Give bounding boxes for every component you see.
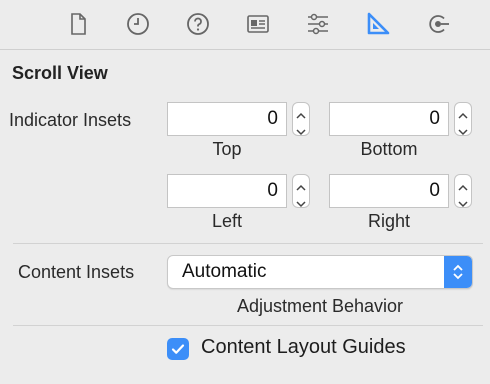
bottom-label: Bottom (360, 139, 418, 159)
identity-icon[interactable] (244, 10, 272, 38)
indicator-inset-top-field[interactable]: 0 (167, 102, 287, 136)
indicator-inset-right-stepper[interactable] (454, 174, 472, 208)
divider (13, 243, 483, 244)
history-icon[interactable] (124, 10, 152, 38)
content-layout-guides-label[interactable]: Content Layout Guides (201, 336, 406, 359)
checkmark-icon (171, 344, 185, 354)
stepper-up-icon[interactable] (458, 107, 468, 119)
indicator-inset-bottom-field[interactable]: 0 (329, 102, 449, 136)
content-insets-label: Content Insets (18, 262, 135, 282)
content-layout-guides-checkbox[interactable] (167, 338, 189, 360)
indicator-inset-bottom-stepper[interactable] (454, 102, 472, 136)
adjustment-behavior-label: Adjustment Behavior (236, 296, 404, 316)
stepper-down-icon[interactable] (458, 123, 468, 136)
stepper-up-icon[interactable] (458, 179, 468, 191)
attributes-icon[interactable] (304, 10, 332, 38)
file-icon[interactable] (64, 10, 92, 38)
stepper-down-icon[interactable] (296, 123, 306, 136)
indicator-inset-right-field[interactable]: 0 (329, 174, 449, 208)
inspector-toolbar (0, 0, 490, 50)
top-label: Top (212, 139, 242, 159)
left-label: Left (211, 211, 243, 231)
help-icon[interactable] (184, 10, 212, 38)
indicator-inset-top-stepper[interactable] (292, 102, 310, 136)
divider (13, 325, 483, 326)
indicator-inset-left-field[interactable]: 0 (167, 174, 287, 208)
size-icon[interactable] (364, 10, 392, 38)
content-insets-value: Automatic (182, 261, 267, 282)
stepper-down-icon[interactable] (458, 195, 468, 208)
section-title: Scroll View (12, 63, 108, 83)
connections-icon[interactable] (424, 10, 452, 38)
stepper-up-icon[interactable] (296, 107, 306, 119)
content-insets-popup[interactable]: Automatic (167, 255, 473, 289)
indicator-insets-label: Indicator Insets (9, 110, 132, 130)
right-label: Right (367, 211, 411, 231)
stepper-up-icon[interactable] (296, 179, 306, 191)
stepper-down-icon[interactable] (296, 195, 306, 208)
popup-arrows-icon[interactable] (444, 256, 472, 288)
indicator-inset-left-stepper[interactable] (292, 174, 310, 208)
